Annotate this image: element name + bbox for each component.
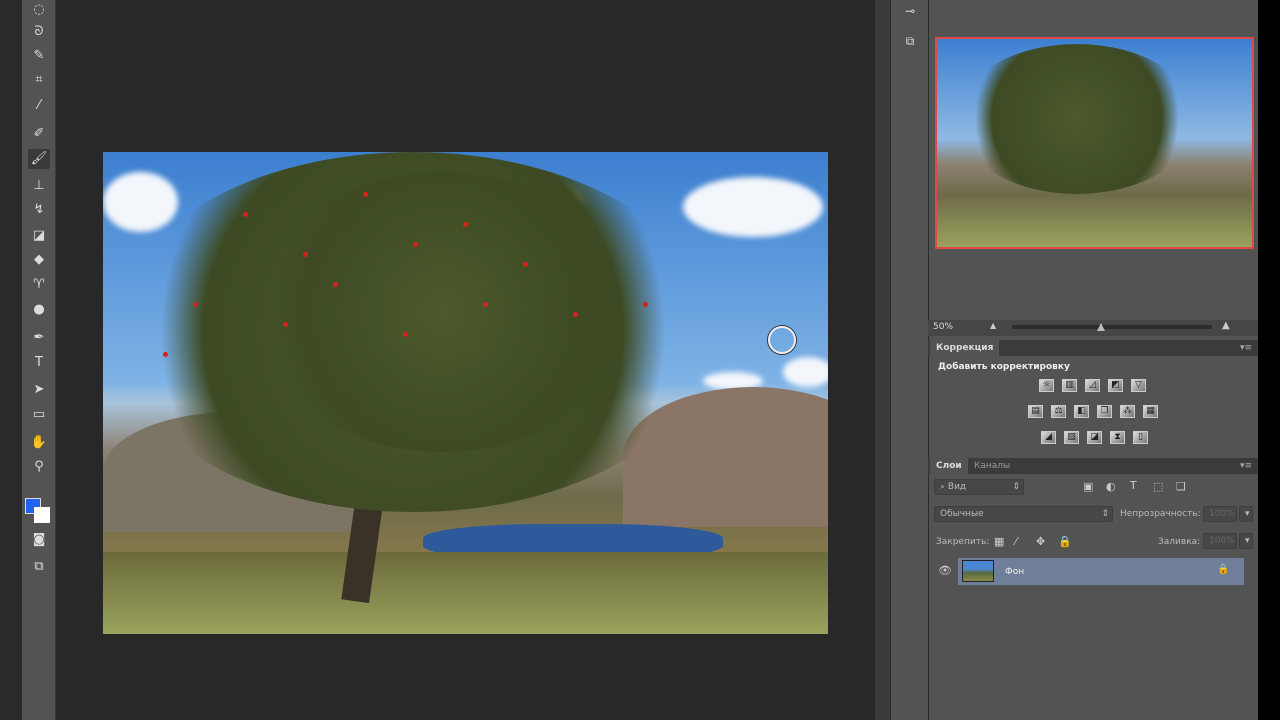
healing-brush-icon[interactable]: ✐ bbox=[28, 124, 50, 144]
crop-icon[interactable]: ⌗ bbox=[28, 70, 50, 90]
fill-dropdown[interactable]: ▾ bbox=[1239, 533, 1253, 549]
background-color-swatch[interactable] bbox=[34, 507, 50, 523]
opacity-input[interactable]: 100% bbox=[1203, 506, 1237, 522]
brush-cursor bbox=[768, 326, 796, 354]
zoom-icon[interactable]: ⚲ bbox=[28, 457, 50, 477]
rectangle-icon[interactable]: ▭ bbox=[28, 405, 50, 425]
visibility-eye-icon[interactable]: 👁 bbox=[938, 564, 952, 577]
add-adjustment-title: Добавить корректировку bbox=[938, 362, 1070, 372]
tab-channels[interactable]: Каналы bbox=[968, 458, 1016, 474]
adjustment-icon[interactable]: ◩ bbox=[1108, 379, 1123, 392]
filter-value: Вид bbox=[947, 482, 967, 492]
lock-transparent-icon[interactable]: ▦ bbox=[994, 535, 1004, 548]
adjustment-icon[interactable]: ▨ bbox=[1064, 431, 1079, 444]
tab-layers[interactable]: Слои bbox=[930, 458, 968, 474]
lock-all-icon[interactable]: 🔒 bbox=[1058, 535, 1072, 548]
adjustment-icon[interactable]: ▦ bbox=[1143, 405, 1158, 418]
quick-select-icon[interactable]: ✎ bbox=[28, 46, 50, 66]
eraser-icon[interactable]: ◪ bbox=[28, 226, 50, 246]
dodge-icon[interactable]: ● bbox=[28, 300, 50, 320]
adjustment-icon[interactable]: ▥ bbox=[1062, 379, 1077, 392]
eyedropper-icon[interactable]: ⁄ bbox=[28, 96, 50, 116]
properties-icon[interactable]: ⊸ bbox=[897, 0, 923, 22]
lock-position-icon[interactable]: ✥ bbox=[1036, 535, 1045, 548]
adjustment-icon[interactable]: ◢ bbox=[1041, 431, 1056, 444]
opacity-label: Непрозрачность: bbox=[1120, 509, 1201, 519]
blur-icon[interactable]: ♈ bbox=[28, 275, 50, 295]
layer-filter-select[interactable]: ⌕ Вид ⇕ bbox=[934, 479, 1024, 495]
history-brush-icon[interactable]: ↯ bbox=[28, 200, 50, 220]
panel-menu-icon[interactable]: ▾≡ bbox=[1240, 343, 1252, 353]
adjustment-icon[interactable]: ◿ bbox=[1085, 379, 1100, 392]
zoom-value[interactable]: 50% bbox=[933, 322, 953, 332]
path-select-icon[interactable]: ➤ bbox=[28, 380, 50, 400]
screen-mode-icon[interactable]: ⧉ bbox=[28, 557, 50, 577]
layer-name[interactable]: Фон bbox=[1005, 567, 1024, 577]
adjustment-icon[interactable]: ▯ bbox=[1133, 431, 1148, 444]
adjustment-icon[interactable]: ⁂ bbox=[1120, 405, 1135, 418]
layers-tabbar: Слои Каналы ▾≡ bbox=[928, 458, 1258, 474]
blend-mode-select[interactable]: Обычные ⇕ bbox=[934, 506, 1113, 522]
navigator-preview[interactable] bbox=[935, 37, 1254, 249]
quick-mask-icon[interactable]: ◙ bbox=[28, 530, 50, 550]
tools-panel: ◌ ᘐ ✎ ⌗ ⁄ ✐ 🖌 ⊥ ↯ ◪ ◆ ♈ ● ✒ T ➤ ▭ ✋ ⚲ ◙ ⧉ bbox=[22, 0, 56, 720]
layer-thumbnail bbox=[962, 560, 994, 582]
fill-label: Заливка: bbox=[1158, 537, 1201, 547]
fill-input[interactable]: 100% bbox=[1203, 533, 1237, 549]
filter-shape-icon[interactable]: ⬚ bbox=[1153, 480, 1163, 493]
adjustment-icon[interactable]: ▤ bbox=[1028, 405, 1043, 418]
adjustments-tabbar: Коррекция ▾≡ bbox=[928, 340, 1258, 356]
screen-edge-right bbox=[1258, 0, 1280, 720]
ellipse-marquee-icon[interactable]: ◌ bbox=[28, 0, 50, 20]
opacity-dropdown[interactable]: ▾ bbox=[1239, 506, 1253, 522]
collapsed-panel-dock: ⊸ ⧉ bbox=[890, 0, 928, 720]
zoom-in-icon[interactable]: ▲ bbox=[1222, 320, 1230, 331]
pen-icon[interactable]: ✒ bbox=[28, 328, 50, 348]
zoom-out-icon[interactable]: ▲ bbox=[990, 321, 996, 330]
filter-pixel-icon[interactable]: ▣ bbox=[1083, 480, 1093, 493]
adjustment-icon[interactable]: ☼ bbox=[1039, 379, 1054, 392]
type-icon[interactable]: T bbox=[28, 353, 50, 373]
filter-adjustment-icon[interactable]: ◐ bbox=[1106, 480, 1116, 493]
brush-icon[interactable]: 🖌 bbox=[28, 149, 50, 169]
screen-edge bbox=[0, 0, 22, 720]
paint-bucket-icon[interactable]: ◆ bbox=[28, 250, 50, 270]
filter-smart-object-icon[interactable]: ❏ bbox=[1176, 480, 1186, 493]
adjustment-icon[interactable]: ⧗ bbox=[1110, 431, 1125, 444]
vertical-scrollbar[interactable] bbox=[875, 0, 890, 720]
lasso-icon[interactable]: ᘐ bbox=[28, 22, 50, 42]
panel-menu-icon[interactable]: ▾≡ bbox=[1240, 461, 1252, 471]
adjustment-icon[interactable]: ▽ bbox=[1131, 379, 1146, 392]
lock-label: Закрепить: bbox=[936, 537, 990, 547]
history-icon[interactable]: ⧉ bbox=[897, 30, 923, 52]
hand-icon[interactable]: ✋ bbox=[28, 433, 50, 453]
document-image[interactable] bbox=[103, 152, 828, 634]
stamp-icon[interactable]: ⊥ bbox=[28, 176, 50, 196]
layer-row[interactable] bbox=[958, 558, 1244, 585]
layer-lock-icon: 🔒 bbox=[1217, 564, 1230, 575]
adjustment-icon[interactable]: ◧ bbox=[1074, 405, 1089, 418]
blend-mode-value: Обычные bbox=[940, 509, 984, 519]
adjustment-icon[interactable]: ◪ bbox=[1087, 431, 1102, 444]
adjustment-icon[interactable]: ❐ bbox=[1097, 405, 1112, 418]
filter-type-icon[interactable]: T bbox=[1130, 479, 1137, 492]
lock-pixels-icon[interactable]: ⁄ bbox=[1015, 535, 1017, 548]
adjustment-icon[interactable]: ⚖ bbox=[1051, 405, 1066, 418]
zoom-slider[interactable] bbox=[1012, 325, 1212, 329]
tab-adjustments[interactable]: Коррекция bbox=[930, 340, 1000, 356]
